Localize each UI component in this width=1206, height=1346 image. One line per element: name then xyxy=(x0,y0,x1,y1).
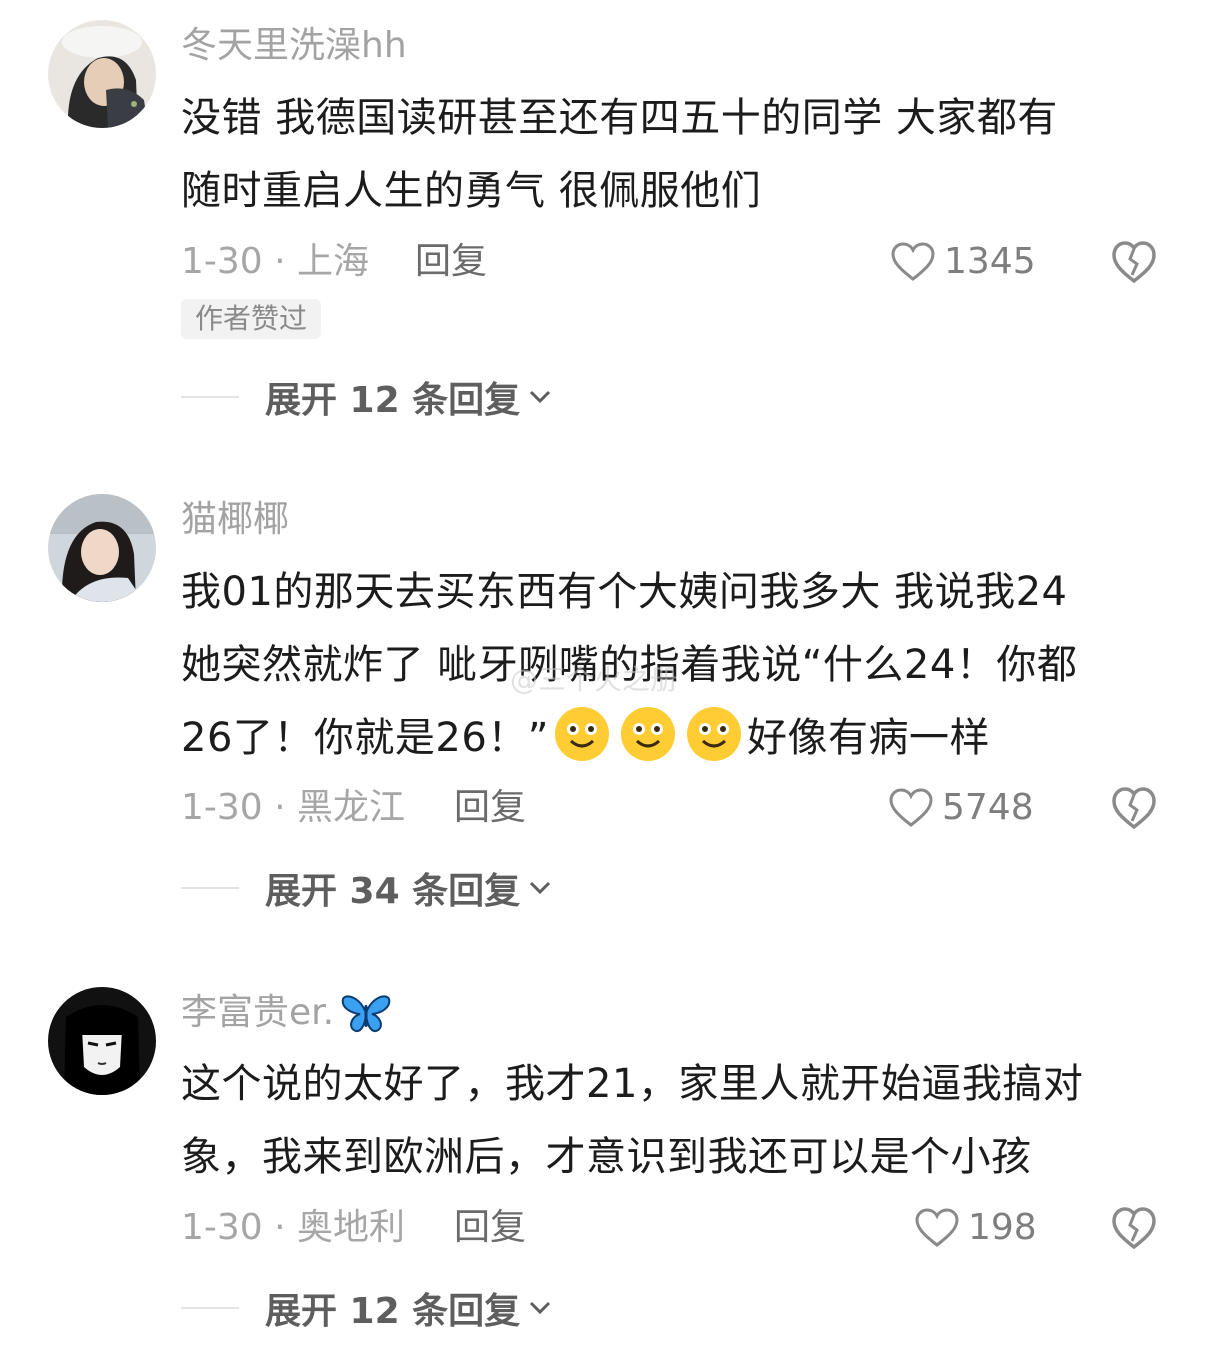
username[interactable]: 冬天里洗澡hh xyxy=(181,24,407,68)
comment-meta: 1-30 · 奥地利 xyxy=(181,1203,405,1253)
smile-emoji-icon xyxy=(555,707,610,761)
heart-icon xyxy=(915,1208,959,1247)
smile-emoji-icon xyxy=(687,707,742,761)
username-text: 李富贵er. xyxy=(181,992,335,1033)
divider-line xyxy=(181,1307,239,1309)
like-button[interactable]: 1345 xyxy=(890,237,1036,287)
comment-text-line: 象，我来到欧洲后，才意识到我还可以是个小孩 xyxy=(181,1134,1032,1180)
like-count: 1345 xyxy=(944,241,1036,282)
comment-text-segment: 好像有病一样 xyxy=(747,715,991,761)
expand-replies-button[interactable]: 展开 12 条回复 xyxy=(181,1283,552,1333)
avatar[interactable] xyxy=(48,987,156,1095)
broken-heart-icon[interactable] xyxy=(1110,1205,1158,1251)
broken-heart-icon[interactable] xyxy=(1110,785,1158,831)
username[interactable]: 猫椰椰 xyxy=(181,498,289,542)
watermark: @三个火之册 xyxy=(510,663,679,696)
date-location: 1-30 · 黑龙江 xyxy=(181,787,406,828)
comment-meta: 1-30 · 黑龙江 xyxy=(181,783,405,833)
heart-icon xyxy=(889,788,933,827)
comment-text-line: 我01的那天去买东西有个大姨问我多大 我说我24 xyxy=(181,569,1068,615)
author-liked-badge: 作者赞过 xyxy=(181,299,322,339)
expand-replies-button[interactable]: 展开 34 条回复 xyxy=(181,863,552,913)
like-count: 5748 xyxy=(942,787,1034,828)
divider-line xyxy=(181,396,239,398)
comment-text-segment: 26了！你就是26！” xyxy=(181,715,550,761)
butterfly-icon xyxy=(341,995,391,1033)
reply-button[interactable]: 回复 xyxy=(415,237,487,287)
date-location: 1-30 · 上海 xyxy=(181,241,370,282)
comment-meta: 1-30 · 上海 xyxy=(181,237,369,287)
expand-replies-button[interactable]: 展开 12 条回复 xyxy=(181,372,552,422)
reply-button[interactable]: 回复 xyxy=(454,1203,526,1253)
expand-replies-label: 展开 34 条回复 xyxy=(265,871,521,912)
comment-text-line: 26了！你就是26！” 好像有病一样 xyxy=(181,702,1171,775)
heart-icon xyxy=(891,242,935,281)
avatar[interactable] xyxy=(48,494,156,602)
smile-emoji-icon xyxy=(621,707,676,761)
avatar-image xyxy=(48,20,156,128)
expand-replies-label: 展开 12 条回复 xyxy=(265,1291,521,1332)
broken-heart-icon[interactable] xyxy=(1110,239,1158,285)
expand-replies-label: 展开 12 条回复 xyxy=(265,380,521,421)
avatar-image xyxy=(48,987,156,1095)
chevron-down-icon xyxy=(530,881,551,895)
chevron-down-icon xyxy=(530,1301,551,1315)
date-location: 1-30 · 奥地利 xyxy=(181,1207,406,1248)
reply-button[interactable]: 回复 xyxy=(454,783,526,833)
like-button[interactable]: 5748 xyxy=(888,783,1034,833)
like-button[interactable]: 198 xyxy=(914,1203,1037,1253)
comment-text-line: 没错 我德国读研甚至还有四五十的同学 大家都有 xyxy=(181,95,1058,141)
avatar[interactable] xyxy=(48,20,156,128)
avatar-image xyxy=(48,494,156,602)
comment-text: 没错 我德国读研甚至还有四五十的同学 大家都有 随时重启人生的勇气 很佩服他们 xyxy=(181,82,1171,228)
username[interactable]: 李富贵er. xyxy=(181,991,392,1035)
comment-text-line: 这个说的太好了，我才21，家里人就开始逼我搞对 xyxy=(181,1061,1084,1107)
like-count: 198 xyxy=(968,1207,1037,1248)
comment-text-line: 随时重启人生的勇气 很佩服他们 xyxy=(181,168,762,214)
chevron-down-icon xyxy=(530,390,551,404)
divider-line xyxy=(181,887,239,889)
comment-text: 这个说的太好了，我才21，家里人就开始逼我搞对 象，我来到欧洲后，才意识到我还可… xyxy=(181,1048,1171,1194)
